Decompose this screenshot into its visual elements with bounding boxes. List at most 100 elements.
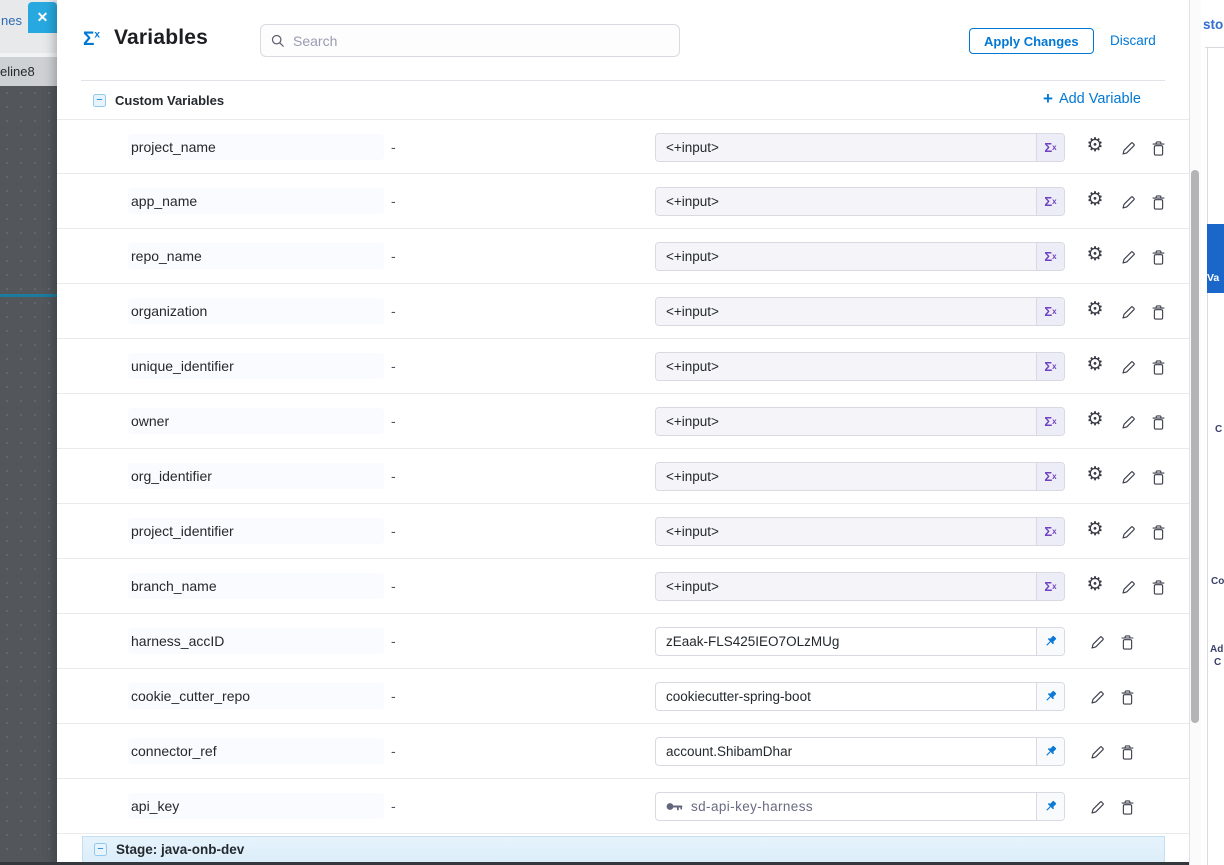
history-link-fragment[interactable]: stor xyxy=(1203,17,1224,32)
delete-trash-icon[interactable] xyxy=(1146,300,1170,324)
edit-pencil-icon[interactable] xyxy=(1116,520,1140,544)
variable-name: repo_name xyxy=(128,243,384,269)
edit-pencil-icon[interactable] xyxy=(1116,410,1140,434)
search-icon xyxy=(271,34,285,48)
delete-trash-icon[interactable] xyxy=(1146,190,1170,214)
runtime-input-type-icon[interactable]: Σx xyxy=(1036,243,1064,270)
table-row: connector_ref - account.ShibamDhar Σx xyxy=(57,724,1189,779)
settings-gear-icon[interactable]: ⚙ xyxy=(1083,352,1107,376)
settings-gear-icon[interactable]: ⚙ xyxy=(1083,242,1107,266)
table-row: repo_name - <+input> Σx xyxy=(57,229,1189,284)
discard-button[interactable]: Discard xyxy=(1110,33,1156,48)
delete-trash-icon[interactable] xyxy=(1115,685,1139,709)
pipeline-tab-bar: eline8 xyxy=(0,57,57,86)
settings-gear-icon[interactable]: ⚙ xyxy=(1083,517,1107,541)
add-variable-button[interactable]: +Add Variable xyxy=(1043,89,1141,109)
edit-pencil-icon[interactable] xyxy=(1085,630,1109,654)
stage-section-header[interactable]: − Stage: java-onb-dev xyxy=(82,836,1165,862)
key-icon xyxy=(666,801,683,812)
settings-gear-icon[interactable]: ⚙ xyxy=(1083,133,1107,157)
edit-pencil-icon[interactable] xyxy=(1085,795,1109,819)
settings-gear-icon[interactable]: ⚙ xyxy=(1083,462,1107,486)
variable-name: api_key xyxy=(128,793,384,819)
variable-description: - xyxy=(391,724,396,779)
settings-gear-icon[interactable]: ⚙ xyxy=(1083,407,1107,431)
variable-value: sd-api-key-harness xyxy=(691,799,813,814)
delete-trash-icon[interactable] xyxy=(1146,355,1170,379)
runtime-input-type-icon[interactable]: Σx xyxy=(1036,134,1064,161)
settings-gear-icon[interactable]: ⚙ xyxy=(1083,297,1107,321)
variables-rail-tab[interactable]: Va xyxy=(1207,224,1224,293)
delete-trash-icon[interactable] xyxy=(1115,740,1139,764)
edit-pencil-icon[interactable] xyxy=(1116,465,1140,489)
variable-value: <+input> xyxy=(666,249,719,264)
edit-pencil-icon[interactable] xyxy=(1116,190,1140,214)
settings-gear-icon[interactable]: ⚙ xyxy=(1083,187,1107,211)
edit-pencil-icon[interactable] xyxy=(1116,300,1140,324)
variable-value-input[interactable]: <+input> Σx xyxy=(655,407,1065,436)
fixed-value-pin-icon[interactable] xyxy=(1036,683,1064,710)
plus-icon: + xyxy=(1043,89,1053,109)
edit-pencil-icon[interactable] xyxy=(1116,575,1140,599)
settings-gear-icon[interactable]: ⚙ xyxy=(1083,572,1107,596)
delete-trash-icon[interactable] xyxy=(1146,245,1170,269)
edit-pencil-icon[interactable] xyxy=(1116,355,1140,379)
variable-value-input[interactable]: <+input> Σx xyxy=(655,572,1065,601)
variable-value-input[interactable]: zEaak-FLS425IEO7OLzMUg Σx xyxy=(655,627,1065,656)
edit-pencil-icon[interactable] xyxy=(1085,685,1109,709)
fixed-value-pin-icon[interactable] xyxy=(1036,738,1064,765)
scrollbar-thumb[interactable] xyxy=(1191,170,1199,723)
variable-name: owner xyxy=(128,408,384,434)
runtime-input-type-icon[interactable]: Σx xyxy=(1036,463,1064,490)
runtime-input-type-icon[interactable]: Σx xyxy=(1036,573,1064,600)
variable-name: project_name xyxy=(128,134,384,160)
variable-description: - xyxy=(391,394,396,449)
table-row: org_identifier - <+input> Σx xyxy=(57,449,1189,504)
fixed-value-pin-icon[interactable] xyxy=(1036,793,1064,820)
apply-changes-button[interactable]: Apply Changes xyxy=(969,28,1094,54)
delete-trash-icon[interactable] xyxy=(1146,465,1170,489)
delete-trash-icon[interactable] xyxy=(1115,795,1139,819)
table-row: project_name - <+input> Σx xyxy=(57,119,1189,174)
variable-value-input[interactable]: sd-api-key-harness Σx xyxy=(655,792,1065,821)
close-panel-button[interactable]: ✕ xyxy=(28,2,57,33)
variable-value-input[interactable]: <+input> Σx xyxy=(655,297,1065,326)
variable-name: org_identifier xyxy=(128,463,384,489)
pipelines-breadcrumb-fragment[interactable]: nes xyxy=(1,13,22,28)
variable-value: account.ShibamDhar xyxy=(666,744,792,759)
collapse-section-icon[interactable]: − xyxy=(93,94,106,107)
runtime-input-type-icon[interactable]: Σx xyxy=(1036,518,1064,545)
delete-trash-icon[interactable] xyxy=(1115,630,1139,654)
delete-trash-icon[interactable] xyxy=(1146,136,1170,160)
variable-value-input[interactable]: <+input> Σx xyxy=(655,352,1065,381)
search-input[interactable] xyxy=(293,33,669,49)
variable-value-input[interactable]: <+input> Σx xyxy=(655,462,1065,491)
edit-pencil-icon[interactable] xyxy=(1085,740,1109,764)
pipeline-tab-fragment[interactable]: eline8 xyxy=(0,64,35,79)
variable-value-input[interactable]: <+input> Σx xyxy=(655,187,1065,216)
collapse-stage-icon[interactable]: − xyxy=(94,843,107,856)
fixed-value-pin-icon[interactable] xyxy=(1036,628,1064,655)
variables-table: project_name - <+input> Σx xyxy=(57,119,1189,834)
variable-value-input[interactable]: <+input> Σx xyxy=(655,133,1065,162)
section-title: Custom Variables xyxy=(115,93,224,108)
variable-value: <+input> xyxy=(666,140,719,155)
dimmed-pipeline-canvas: nes ✕ eline8 xyxy=(0,0,57,865)
rail-label-fragment: C xyxy=(1214,657,1221,668)
rail-label-fragment: Co xyxy=(1211,576,1224,587)
variable-value: zEaak-FLS425IEO7OLzMUg xyxy=(666,634,839,649)
variable-value-input[interactable]: <+input> Σx xyxy=(655,242,1065,271)
runtime-input-type-icon[interactable]: Σx xyxy=(1036,408,1064,435)
delete-trash-icon[interactable] xyxy=(1146,575,1170,599)
edit-pencil-icon[interactable] xyxy=(1116,136,1140,160)
runtime-input-type-icon[interactable]: Σx xyxy=(1036,298,1064,325)
delete-trash-icon[interactable] xyxy=(1146,410,1170,434)
runtime-input-type-icon[interactable]: Σx xyxy=(1036,188,1064,215)
variable-value-input[interactable]: <+input> Σx xyxy=(655,517,1065,546)
variable-description: - xyxy=(391,229,396,284)
delete-trash-icon[interactable] xyxy=(1146,520,1170,544)
runtime-input-type-icon[interactable]: Σx xyxy=(1036,353,1064,380)
edit-pencil-icon[interactable] xyxy=(1116,245,1140,269)
variable-value-input[interactable]: account.ShibamDhar Σx xyxy=(655,737,1065,766)
variable-value-input[interactable]: cookiecutter-spring-boot Σx xyxy=(655,682,1065,711)
